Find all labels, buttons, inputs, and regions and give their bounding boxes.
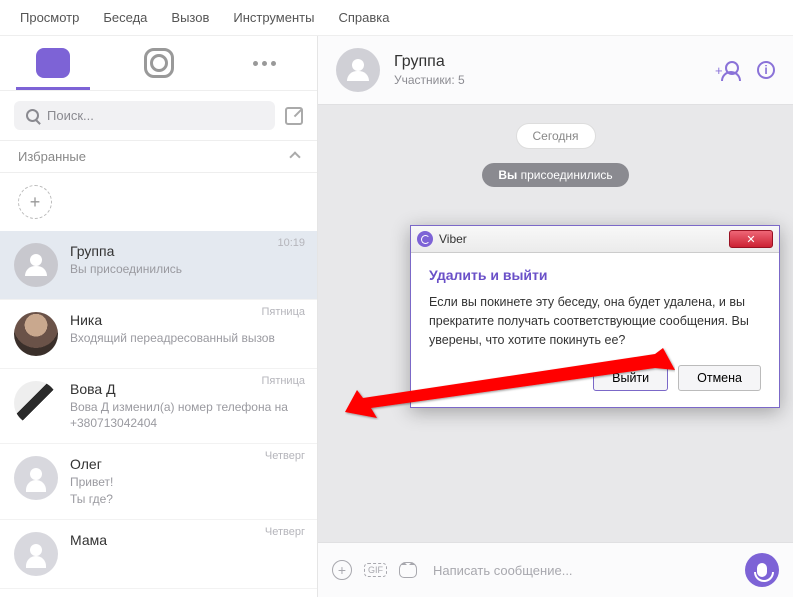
composer: + GIF Написать сообщение... <box>318 542 793 597</box>
tab-more[interactable] <box>211 36 317 90</box>
chat-preview: Вы присоединились <box>70 261 303 277</box>
search-placeholder: Поиск... <box>47 108 94 123</box>
avatar <box>14 381 58 425</box>
compose-button[interactable] <box>285 107 303 125</box>
chat-time: Четверг <box>265 526 305 538</box>
dialog-heading: Удалить и выйти <box>429 267 761 283</box>
avatar <box>336 48 380 92</box>
person-icon <box>24 466 48 490</box>
chat-preview: Вова Д изменил(а) номер телефона на +380… <box>70 399 303 431</box>
more-icon <box>253 61 276 66</box>
menu-view[interactable]: Просмотр <box>20 10 79 25</box>
favorites-label: Избранные <box>18 149 86 164</box>
conversation-subtitle: Участники: 5 <box>394 73 705 87</box>
sticker-button[interactable] <box>399 562 417 578</box>
dialog-close-button[interactable]: ✕ <box>729 230 773 248</box>
menu-bar: Просмотр Беседа Вызов Инструменты Справк… <box>0 0 793 36</box>
tab-public[interactable] <box>106 36 212 90</box>
chat-item[interactable]: Олег Привет! Ты где? Четверг <box>0 444 317 519</box>
voice-button[interactable] <box>745 553 779 587</box>
info-button[interactable]: i <box>757 61 775 79</box>
chat-time: Четверг <box>265 450 305 462</box>
avatar <box>14 312 58 356</box>
dialog-app-name: Viber <box>439 232 723 246</box>
sidebar: Поиск... Избранные + Группа Вы присоедин… <box>0 36 318 597</box>
viber-icon <box>417 231 433 247</box>
menu-help[interactable]: Справка <box>338 10 389 25</box>
chat-name: Группа <box>70 243 303 259</box>
conversation-header: Группа Участники: 5 + i <box>318 36 793 105</box>
menu-chat[interactable]: Беседа <box>103 10 147 25</box>
add-favorite-button[interactable]: + <box>18 185 52 219</box>
dialog-cancel-button[interactable]: Отмена <box>678 365 761 391</box>
mic-icon <box>757 563 767 577</box>
chat-item[interactable]: Мама Четверг <box>0 520 317 589</box>
menu-tools[interactable]: Инструменты <box>233 10 314 25</box>
dialog-ok-button[interactable]: Выйти <box>593 365 668 391</box>
group-icon <box>22 254 50 276</box>
chat-time: Пятница <box>261 375 305 387</box>
person-icon <box>24 542 48 566</box>
menu-call[interactable]: Вызов <box>171 10 209 25</box>
message-input[interactable]: Написать сообщение... <box>429 557 733 584</box>
public-account-icon <box>144 48 174 78</box>
tab-chats[interactable] <box>0 36 106 90</box>
chat-item[interactable]: Вова Д Вова Д изменил(а) номер телефона … <box>0 369 317 444</box>
chat-item[interactable]: Ника Входящий переадресованный вызов Пят… <box>0 300 317 369</box>
favorites-header[interactable]: Избранные <box>0 140 317 173</box>
avatar <box>14 243 58 287</box>
avatar <box>14 456 58 500</box>
chat-preview: Привет! Ты где? <box>70 474 303 506</box>
attach-button[interactable]: + <box>332 560 352 580</box>
chat-item-group[interactable]: Группа Вы присоединились 10:19 <box>0 231 317 300</box>
confirm-dialog: Viber ✕ Удалить и выйти Если вы покинете… <box>410 225 780 408</box>
chat-list: Группа Вы присоединились 10:19 Ника Вход… <box>0 231 317 597</box>
date-pill: Сегодня <box>516 123 596 149</box>
chat-time: 10:19 <box>277 237 305 249</box>
dialog-titlebar: Viber ✕ <box>411 226 779 253</box>
dialog-body-text: Если вы покинете эту беседу, она будет у… <box>429 293 761 349</box>
group-icon <box>344 59 372 81</box>
chat-time: Пятница <box>261 306 305 318</box>
chevron-up-icon <box>289 151 300 162</box>
add-participant-button[interactable]: + <box>719 59 741 81</box>
system-message: Вы присоединились <box>482 163 628 187</box>
avatar <box>14 532 58 576</box>
search-input[interactable]: Поиск... <box>14 101 275 130</box>
conversation-title: Группа <box>394 53 705 71</box>
chat-preview: Входящий переадресованный вызов <box>70 330 303 346</box>
gif-button[interactable]: GIF <box>364 563 387 577</box>
search-icon <box>26 109 39 122</box>
chat-bubble-icon <box>36 48 70 78</box>
